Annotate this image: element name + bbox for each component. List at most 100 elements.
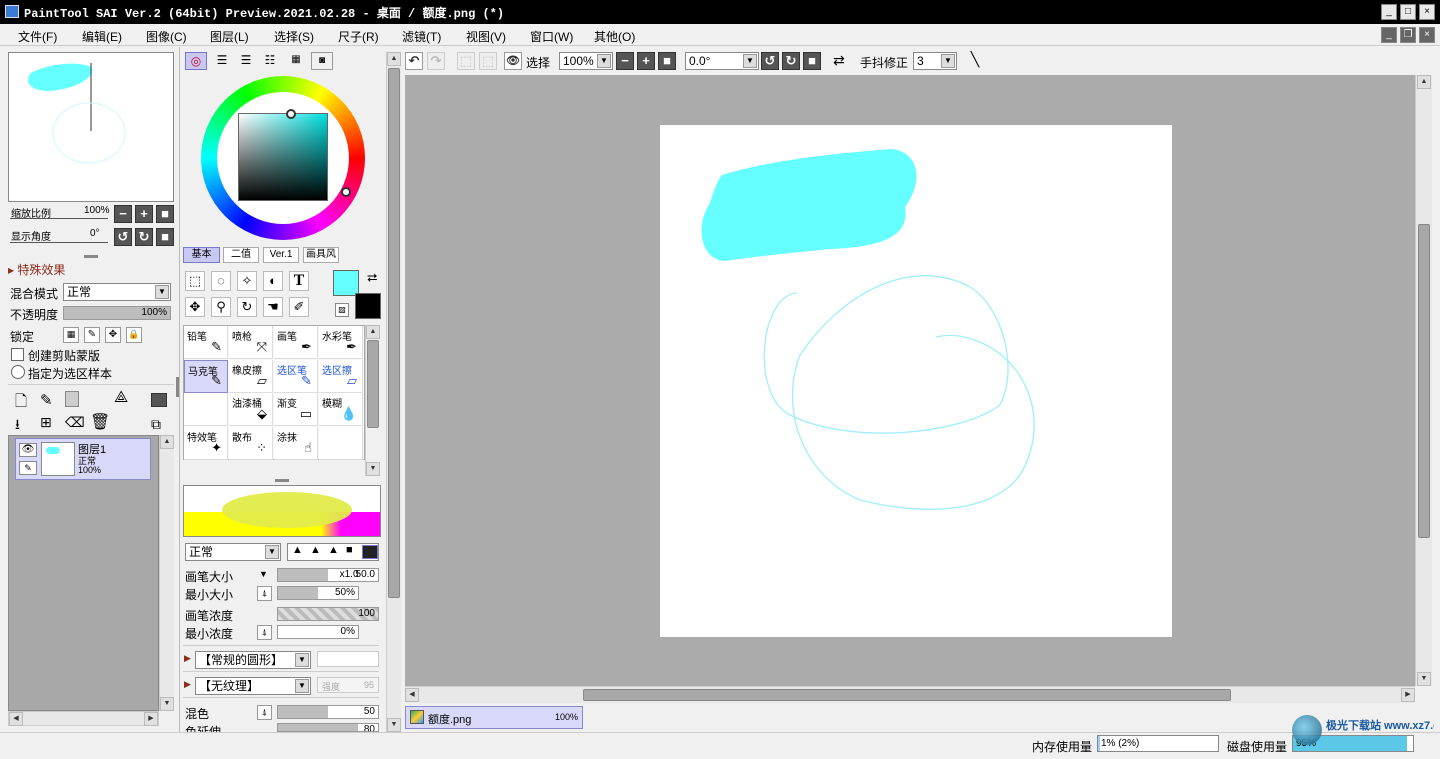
scroll-up-icon[interactable]: ▲ [160, 435, 174, 449]
blend-mode-select[interactable]: 正常 ▼ [63, 283, 171, 301]
apply-mask-icon[interactable] [151, 393, 167, 407]
mix-slider[interactable]: 50 [277, 705, 379, 719]
tool-panel-vscroll[interactable]: ▲ ▼ [386, 52, 401, 732]
texture-expand-icon[interactable]: ▶ [184, 679, 191, 690]
tool-grid-vscroll[interactable]: ▲ ▼ [365, 325, 380, 476]
toolbar-zoom-out-button[interactable]: − [616, 52, 634, 70]
menu-image[interactable]: 图像(C) [146, 28, 187, 45]
menu-edit[interactable]: 编辑(E) [82, 28, 122, 45]
close-button[interactable]: × [1419, 4, 1435, 20]
scroll-thumb[interactable] [388, 68, 400, 598]
tool-blur[interactable]: 模糊 💧 [319, 393, 363, 426]
document-tab[interactable]: 额度.png 100% [405, 706, 583, 729]
scroll-down-icon[interactable]: ▼ [387, 718, 401, 732]
swatch-mode-icon[interactable]: ▦ [285, 52, 307, 70]
tab-binary[interactable]: 二值 [223, 247, 259, 263]
maximize-button[interactable]: □ [1400, 4, 1416, 20]
tool-effect-pen[interactable]: 特效笔 ✦ [184, 426, 228, 460]
lock-move-icon[interactable]: ✥ [105, 327, 121, 343]
tool-selection-pen[interactable]: 选区笔 ✎ [274, 359, 318, 393]
pressure-mix-icon[interactable]: ⍋ [257, 705, 272, 720]
opacity-slider[interactable]: 100% [63, 306, 171, 320]
size-multiplier-dropdown-icon[interactable]: ▼ [259, 569, 268, 579]
zoom-slider[interactable] [10, 218, 108, 219]
delete-layer-icon[interactable]: 🗑 [90, 412, 110, 432]
scroll-left-icon[interactable]: ◀ [405, 688, 419, 702]
rotate-left-button[interactable]: ↺ [114, 228, 132, 246]
merge-visible-icon[interactable]: ⧉ [151, 416, 161, 433]
menu-filter[interactable]: 滤镜(T) [402, 28, 441, 45]
menu-layer[interactable]: 图层(L) [210, 28, 249, 45]
deselect-icon[interactable]: ⬚ [457, 52, 475, 70]
brush-blend-select[interactable]: 正常 ▼ [185, 543, 281, 561]
scratchpad-mode-icon[interactable]: ◙ [311, 52, 333, 70]
swap-colors-icon[interactable]: ⮂ [367, 270, 377, 286]
edge-flat-icon[interactable]: ■ [346, 544, 353, 556]
saturation-value-square[interactable] [238, 113, 328, 201]
canvas-workspace[interactable] [405, 75, 1415, 686]
tool-gradient[interactable]: 渐变 ▭ [274, 393, 318, 426]
zoom-out-button[interactable]: − [114, 205, 132, 223]
shape-tool-icon[interactable]: ◐ [263, 271, 283, 291]
tab-basic[interactable]: 基本 [183, 247, 220, 263]
layer-visibility-eye-icon[interactable]: 👁 [19, 443, 37, 457]
selection-visibility-eye-icon[interactable]: 👁 [504, 52, 522, 70]
move-tool-icon[interactable]: ✥ [185, 297, 205, 317]
straight-line-icon[interactable]: ╲ [965, 51, 985, 71]
tab-painter-style[interactable]: 画具风 [303, 247, 339, 263]
scroll-thumb[interactable] [1418, 224, 1430, 538]
rotate-tool-icon[interactable]: ↻ [237, 297, 257, 317]
menu-ruler[interactable]: 尺子(R) [338, 28, 379, 45]
edge-medium-icon[interactable]: ▲ [310, 544, 321, 556]
new-folder-icon[interactable] [65, 391, 79, 407]
menu-other[interactable]: 其他(O) [594, 28, 635, 45]
stabilizer-select[interactable]: 3 ▼ [913, 52, 957, 70]
tool-scatter[interactable]: 散布 ⁘ [229, 426, 273, 460]
scroll-down-icon[interactable]: ▼ [366, 462, 380, 476]
hsv-slider-mode-icon[interactable]: ☰ [235, 52, 257, 70]
pressure-density-icon[interactable]: ⍋ [257, 625, 272, 640]
redo-icon[interactable]: ↷ [427, 52, 445, 70]
tool-marker[interactable]: 马克笔 ✎ [184, 359, 228, 393]
toolbar-zoom-reset-button[interactable]: ■ [658, 52, 676, 70]
zoom-reset-button[interactable]: ■ [156, 205, 174, 223]
scroll-up-icon[interactable]: ▲ [387, 52, 401, 66]
doc-restore-button[interactable]: ❐ [1400, 27, 1416, 43]
angle-slider[interactable] [10, 242, 108, 243]
toolbar-zoom-in-button[interactable]: + [637, 52, 655, 70]
navigator-preview[interactable] [8, 52, 174, 202]
scroll-up-icon[interactable]: ▲ [366, 325, 380, 339]
scroll-right-icon[interactable]: ▶ [1401, 688, 1415, 702]
scroll-left-icon[interactable]: ◀ [9, 712, 23, 726]
scroll-down-icon[interactable]: ▼ [160, 697, 174, 711]
splitter-handle[interactable] [275, 479, 289, 482]
invert-selection-icon[interactable]: ⬚ [479, 52, 497, 70]
panel-splitter[interactable] [176, 377, 179, 397]
toolbar-rotate-left-button[interactable]: ↺ [761, 52, 779, 70]
tool-bucket[interactable]: 油漆桶 ⬙ [229, 393, 273, 426]
layer-mask-icon[interactable]: ⟁ [114, 389, 128, 407]
water-slider[interactable]: 80 [277, 723, 379, 732]
canvas-vscroll[interactable]: ▲ ▼ [1415, 75, 1432, 686]
tab-ver1[interactable]: Ver.1 [263, 247, 299, 263]
undo-icon[interactable]: ↶ [405, 52, 423, 70]
flip-horizontal-icon[interactable]: ⇄ [833, 52, 845, 69]
tool-selection-eraser[interactable]: 选区擦 ▱ [319, 359, 363, 393]
mixer-mode-icon[interactable]: ☷ [259, 52, 281, 70]
new-layer-icon[interactable]: 🗋 [15, 391, 27, 416]
brush-texture-select[interactable]: 【无纹理】 ▼ [195, 677, 311, 695]
tool-pencil[interactable]: 铅笔 ✎ [184, 326, 228, 359]
tool-eraser[interactable]: 橡皮擦 ▱ [229, 359, 273, 393]
color-wheel-mode-icon[interactable]: ◎ [185, 52, 207, 70]
canvas-document[interactable] [660, 125, 1172, 637]
toolbar-rotate-reset-button[interactable]: ■ [803, 52, 821, 70]
angle-select[interactable]: 0.0° ▼ [685, 52, 759, 70]
canvas-hscroll[interactable]: ◀ ▶ [405, 686, 1415, 703]
brush-edge-selector[interactable]: ▲ ▲ ▲ ■ [287, 543, 379, 561]
hand-tool-icon[interactable]: ☚ [263, 297, 283, 317]
clip-checkbox[interactable] [11, 348, 24, 361]
doc-minimize-button[interactable]: _ [1381, 27, 1397, 43]
special-effects-toggle[interactable]: ▸ 特殊效果 [8, 261, 65, 278]
text-tool-icon[interactable]: T [289, 271, 309, 291]
background-color-swatch[interactable] [355, 293, 381, 319]
